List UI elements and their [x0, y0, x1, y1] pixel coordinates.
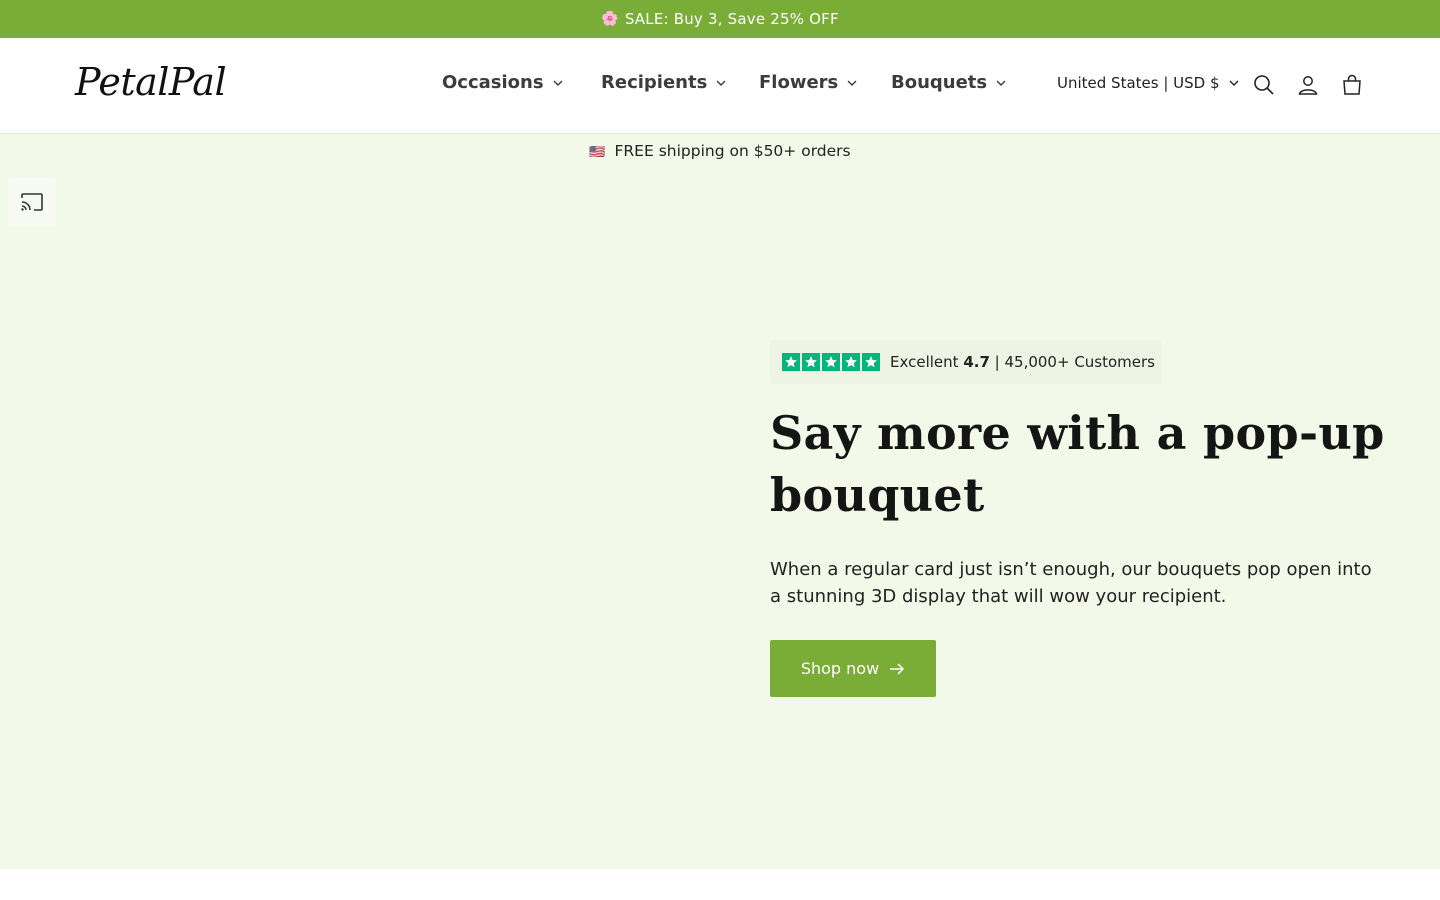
nav-occasions-label: Occasions — [442, 72, 544, 93]
cherry-blossom-icon: 🌸 — [601, 11, 619, 27]
rating-label: Excellent — [890, 353, 959, 371]
rating-score: 4.7 — [963, 353, 990, 371]
nav-flowers[interactable]: Flowers — [759, 72, 857, 93]
hero-section: 🇺🇸 FREE shipping on $50+ orders Excellen… — [0, 134, 1440, 869]
hero-subcopy: When a regular card just isn’t enough, o… — [770, 559, 1372, 607]
shop-now-button[interactable]: Shop now — [770, 640, 936, 697]
chevron-down-icon — [1229, 80, 1239, 86]
announcement-text: SALE: Buy 3, Save 25% OFF — [624, 10, 839, 28]
site-header: PetalPal Occasions Recipients Flowers Bo… — [0, 38, 1440, 134]
shipping-banner: 🇺🇸 FREE shipping on $50+ orders — [0, 142, 1440, 160]
chevron-down-icon — [716, 80, 726, 86]
nav-recipients[interactable]: Recipients — [601, 72, 726, 93]
star-icon — [822, 353, 840, 371]
nav-flowers-label: Flowers — [759, 72, 839, 93]
rating-customers: | 45,000+ Customers — [994, 353, 1155, 371]
country-currency-selector[interactable]: United States | USD $ — [1057, 74, 1239, 92]
nav-recipients-label: Recipients — [601, 72, 708, 93]
nav-bouquets[interactable]: Bouquets — [891, 72, 1006, 93]
rating-stars — [782, 353, 880, 371]
star-icon — [862, 353, 880, 371]
star-icon — [802, 353, 820, 371]
shop-now-label: Shop now — [800, 659, 880, 678]
shipping-text: FREE shipping on $50+ orders — [614, 142, 851, 160]
cart-icon[interactable] — [1340, 73, 1364, 97]
hero-headline: Say more with a pop-up bouquet — [770, 406, 1385, 522]
cast-button[interactable] — [8, 178, 56, 226]
announcement-bar: 🌸 SALE: Buy 3, Save 25% OFF — [0, 0, 1440, 38]
rating-text: Excellent 4.7 | 45,000+ Customers — [890, 353, 1155, 371]
search-icon[interactable] — [1252, 73, 1276, 97]
us-flag-icon: 🇺🇸 — [589, 145, 606, 160]
nav-occasions[interactable]: Occasions — [442, 72, 563, 93]
arrow-right-icon — [890, 662, 905, 675]
chevron-down-icon — [553, 80, 563, 86]
chevron-down-icon — [996, 80, 1006, 86]
star-icon — [782, 353, 800, 371]
nav-bouquets-label: Bouquets — [891, 72, 988, 93]
trust-rating-badge: Excellent 4.7 | 45,000+ Customers — [770, 340, 1162, 384]
star-icon — [842, 353, 860, 371]
chevron-down-icon — [847, 80, 857, 86]
account-icon[interactable] — [1296, 73, 1320, 97]
cast-icon — [21, 193, 43, 211]
country-currency-label: United States | USD $ — [1057, 74, 1220, 92]
brand-logo[interactable]: PetalPal — [75, 60, 227, 104]
